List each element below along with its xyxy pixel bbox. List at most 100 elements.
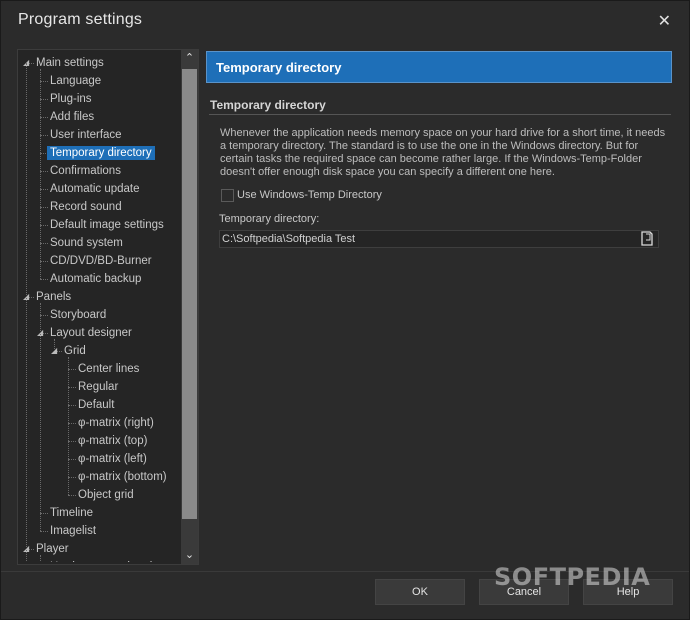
expand-toggle-icon[interactable]: ◢	[51, 347, 59, 355]
tree-item[interactable]: Regular	[78, 379, 118, 396]
tree-guide-line	[40, 555, 41, 562]
tree-item[interactable]: Object grid	[78, 487, 134, 504]
tree-item-label: φ-matrix (left)	[78, 453, 147, 465]
tree-item-label: φ-matrix (top)	[78, 435, 148, 447]
tree-connector	[40, 81, 48, 82]
tree-connector	[40, 99, 48, 100]
tree-item[interactable]: Temporary directory	[47, 145, 155, 162]
tree-item-label: Confirmations	[50, 165, 121, 177]
tree-item-label: Timeline	[50, 507, 94, 519]
tree-item[interactable]: Record sound	[50, 199, 122, 216]
tree-item-label: Sound system	[50, 237, 123, 249]
tree-guide-line	[40, 303, 41, 531]
tree-connector	[40, 117, 48, 118]
tree-item[interactable]: Automatic update	[50, 181, 140, 198]
tree-connector	[40, 243, 48, 244]
tree-connector	[68, 369, 76, 370]
scroll-up-icon[interactable]: ⌃	[181, 50, 198, 67]
tree-item-label: Panels	[36, 291, 72, 303]
tree-item-label: Automatic update	[50, 183, 140, 195]
temp-directory-label: Temporary directory:	[219, 213, 320, 225]
tree-item[interactable]: Timeline	[50, 505, 93, 522]
expand-toggle-icon[interactable]: ◢	[23, 293, 31, 301]
tree-connector	[40, 279, 48, 280]
tree-item-label: Record sound	[50, 201, 122, 213]
program-settings-window: Program settings ✕ ◢ Main settings Languag…	[0, 0, 690, 620]
tree-item-label: φ-matrix (bottom)	[78, 471, 167, 483]
tree-guide-line	[54, 339, 55, 351]
tree-item[interactable]: User interface	[50, 127, 122, 144]
tree-item-label: Storyboard	[50, 309, 107, 321]
tree-item-label: CD/DVD/BD-Burner	[50, 255, 152, 267]
tree-item-label: User interface	[50, 129, 122, 141]
tree-item-label: Default	[78, 399, 115, 411]
tree-connector	[40, 207, 48, 208]
scroll-down-icon[interactable]: ⌄	[181, 547, 198, 564]
title-bar[interactable]: Program settings ✕	[1, 1, 689, 41]
browse-folder-button[interactable]	[637, 230, 657, 248]
tree-item[interactable]: Panels	[36, 289, 71, 306]
section-title: Temporary directory	[210, 98, 326, 112]
tree-item[interactable]: φ-matrix (left)	[78, 451, 147, 468]
section-divider	[209, 114, 671, 115]
tree-connector	[68, 495, 76, 496]
tree-connector	[40, 531, 48, 532]
tree-scrollbar[interactable]: ⌃ ⌄	[181, 50, 198, 564]
use-windows-temp-checkbox[interactable]	[221, 189, 234, 202]
tree-connector	[68, 423, 76, 424]
tree-item-label: Imagelist	[50, 525, 97, 537]
tree-connector	[68, 387, 76, 388]
tree-item[interactable]: Default image settings	[50, 217, 164, 234]
tree-connector	[40, 513, 48, 514]
tree-item-label: Automatic backup	[50, 273, 142, 285]
content-header: Temporary directory	[206, 51, 672, 83]
tree-connector	[40, 135, 48, 136]
use-windows-temp-label[interactable]: Use Windows-Temp Directory	[237, 189, 382, 201]
tree-guide-line	[40, 69, 41, 279]
section-description: Whenever the application needs memory sp…	[220, 127, 666, 178]
expand-toggle-icon[interactable]: ◢	[23, 59, 31, 67]
settings-tree: ◢ Main settings Language Plug-ins Add files U…	[18, 52, 180, 562]
tree-item[interactable]: Language	[50, 73, 101, 90]
close-icon[interactable]: ✕	[658, 11, 671, 31]
settings-tree-panel: ◢ Main settings Language Plug-ins Add files U…	[17, 49, 199, 565]
folder-icon	[641, 231, 653, 246]
window-title: Program settings	[18, 11, 143, 28]
expand-toggle-icon[interactable]: ◢	[37, 329, 45, 337]
ok-button[interactable]: OK	[375, 579, 465, 605]
watermark-logo: SOFTPEDIA	[494, 563, 651, 591]
tree-item[interactable]: Automatic backup	[50, 271, 141, 288]
tree-connector	[40, 189, 48, 190]
tree-item-label: Object grid	[78, 489, 134, 501]
tree-item[interactable]: Sound system	[50, 235, 123, 252]
tree-item[interactable]: φ-matrix (top)	[78, 433, 147, 450]
tree-root-line	[26, 63, 27, 562]
tree-item-label: Default image settings	[50, 219, 164, 231]
tree-item[interactable]: Main settings	[36, 55, 104, 72]
tree-item[interactable]: φ-matrix (bottom)	[78, 469, 167, 486]
tree-item-label: Temporary directory	[47, 146, 155, 160]
tree-item[interactable]: Storyboard	[50, 307, 106, 324]
tree-connector	[68, 405, 76, 406]
tree-item[interactable]: Plug-ins	[50, 91, 92, 108]
tree-item[interactable]: Add files	[50, 109, 94, 126]
tree-item[interactable]: Hardware acceleration	[50, 559, 165, 562]
scroll-thumb[interactable]	[182, 69, 197, 519]
tree-item-label: Hardware acceleration	[50, 561, 165, 562]
tree-item-label: Language	[50, 75, 102, 87]
tree-item-label: Plug-ins	[50, 93, 92, 105]
tree-guide-line	[68, 357, 69, 495]
tree-connector	[40, 315, 48, 316]
tree-item[interactable]: Center lines	[78, 361, 139, 378]
temp-directory-input[interactable]	[219, 230, 659, 248]
tree-item-label: Grid	[64, 345, 86, 357]
tree-item[interactable]: Layout designer	[50, 325, 132, 342]
tree-item[interactable]: Default	[78, 397, 114, 414]
expand-toggle-icon[interactable]: ◢	[23, 545, 31, 553]
tree-item[interactable]: φ-matrix (right)	[78, 415, 154, 432]
tree-item-label: Center lines	[78, 363, 140, 375]
tree-item[interactable]: Confirmations	[50, 163, 121, 180]
tree-item-label: Layout designer	[50, 327, 132, 339]
tree-item[interactable]: Imagelist	[50, 523, 96, 540]
tree-item[interactable]: CD/DVD/BD-Burner	[50, 253, 152, 270]
